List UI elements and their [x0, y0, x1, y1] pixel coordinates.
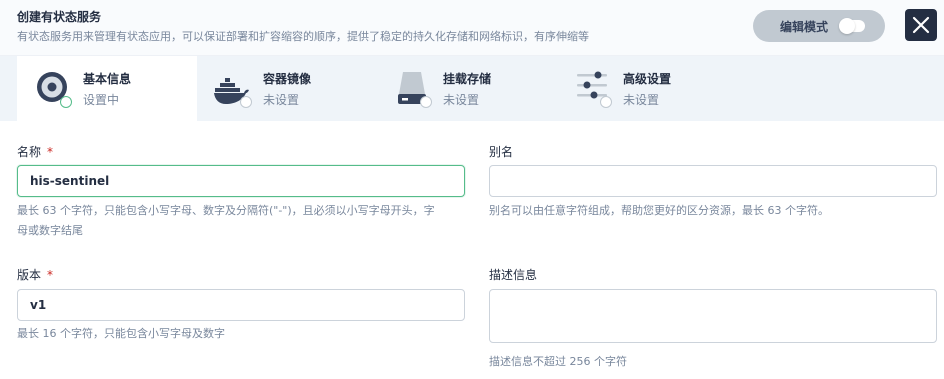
step-title: 容器镜像 [263, 72, 312, 86]
step-status-pending-icon [600, 96, 612, 108]
description-help-text: 描述信息不超过 256 个字符 [489, 355, 627, 368]
description-textarea[interactable] [489, 289, 937, 343]
name-label: 名称 * [17, 143, 53, 160]
step-status: 未设置 [443, 93, 480, 107]
close-icon [912, 16, 930, 34]
alias-label: 别名 [489, 145, 514, 159]
modal-header: 创建有状态服务 有状态服务用来管理有状态应用，可以保证部署和扩容缩容的顺序，提供… [0, 0, 944, 56]
step-status-pending-icon [240, 96, 252, 108]
name-help-line: 最长 63 个字符，只能包含小写字母、数字及分隔符("-")，且必须以小写字母开… [17, 204, 435, 217]
step-status: 设置中 [83, 93, 120, 107]
name-help-line: 母或数字结尾 [17, 224, 83, 237]
name-label-text: 名称 [17, 145, 42, 159]
name-help-text: 最长 63 个字符，只能包含小写字母、数字及分隔符("-")，且必须以小写字母开… [17, 201, 467, 241]
step-status: 未设置 [623, 93, 660, 107]
step-title: 挂载存储 [443, 72, 492, 86]
version-input[interactable] [17, 289, 465, 321]
step-advanced-settings[interactable]: 高级设置 未设置 [557, 56, 737, 121]
step-title: 基本信息 [83, 72, 132, 86]
step-status: 未设置 [263, 93, 300, 107]
required-mark: * [47, 145, 54, 159]
modal-title: 创建有状态服务 [17, 10, 102, 24]
step-mount-storage[interactable]: 挂载存储 未设置 [377, 56, 557, 121]
version-help-text: 最长 16 个字符，只能包含小写字母及数字 [17, 327, 225, 340]
alias-input[interactable] [489, 165, 937, 197]
description-label: 描述信息 [489, 268, 538, 282]
toggle-knob [839, 18, 855, 34]
edit-mode-label: 编辑模式 [780, 20, 829, 34]
step-status-pending-icon [420, 96, 432, 108]
step-basic-info[interactable]: 基本信息 设置中 [17, 56, 197, 121]
step-title: 高级设置 [623, 72, 672, 86]
version-label: 版本 * [17, 266, 53, 283]
step-container-image[interactable]: 容器镜像 未设置 [197, 56, 377, 121]
close-button[interactable] [905, 9, 937, 41]
modal-description: 有状态服务用来管理有状态应用，可以保证部署和扩容缩容的顺序，提供了稳定的持久化存… [17, 30, 589, 43]
version-label-text: 版本 [17, 268, 42, 282]
edit-mode-toggle-button[interactable]: 编辑模式 [753, 10, 885, 42]
wizard-steps: 基本信息 设置中 容器镜像 未设置 挂载存储 未设置 高级设置 未设置 [0, 56, 944, 121]
name-input[interactable] [17, 165, 465, 197]
alias-help-text: 别名可以由任意字符组成，帮助您更好的区分资源，最长 63 个字符。 [489, 204, 829, 217]
required-mark: * [47, 268, 54, 282]
step-status-success-icon [60, 96, 72, 108]
toggle-switch[interactable] [839, 18, 865, 34]
